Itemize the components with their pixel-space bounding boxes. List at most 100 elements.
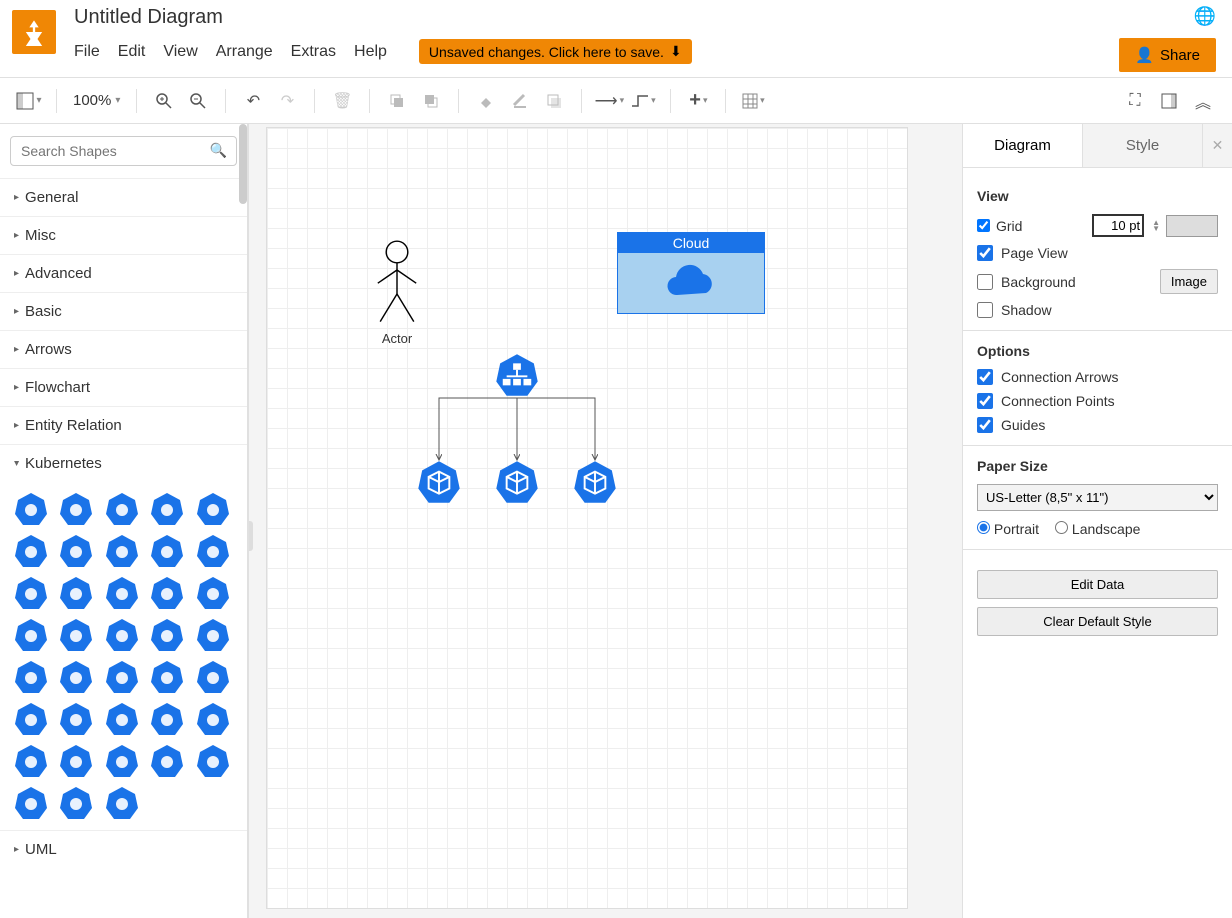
kubernetes-shape-stencil[interactable]	[196, 576, 230, 610]
kubernetes-shape-stencil[interactable]	[59, 660, 93, 694]
category-kubernetes[interactable]: ▸Kubernetes	[0, 444, 247, 482]
diagram-page[interactable]: Actor Cloud	[267, 128, 907, 908]
close-panel-button[interactable]: ✕	[1202, 124, 1232, 167]
grid-checkbox[interactable]	[977, 219, 990, 232]
insert-button[interactable]: +▾	[683, 86, 713, 116]
kubernetes-shape-stencil[interactable]	[105, 744, 139, 778]
undo-button[interactable]: ↶	[238, 86, 268, 116]
cloud-container-shape[interactable]: Cloud	[617, 232, 765, 314]
app-logo[interactable]	[12, 10, 56, 54]
landscape-radio-label[interactable]: Landscape	[1055, 521, 1140, 537]
portrait-radio-label[interactable]: Portrait	[977, 521, 1039, 537]
kubernetes-shape-stencil[interactable]	[105, 702, 139, 736]
category-arrows[interactable]: ▸Arrows	[0, 330, 247, 368]
kubernetes-shape-stencil[interactable]	[196, 744, 230, 778]
sidebar-toggle-button[interactable]: ▾	[14, 86, 44, 116]
kubernetes-shape-stencil[interactable]	[14, 744, 48, 778]
k8s-cube-shape[interactable]	[573, 460, 617, 507]
kubernetes-shape-stencil[interactable]	[59, 492, 93, 526]
kubernetes-shape-stencil[interactable]	[150, 492, 184, 526]
kubernetes-shape-stencil[interactable]	[59, 576, 93, 610]
k8s-cube-shape[interactable]	[495, 460, 539, 507]
k8s-cube-shape[interactable]	[417, 460, 461, 507]
kubernetes-shape-stencil[interactable]	[150, 576, 184, 610]
kubernetes-shape-stencil[interactable]	[105, 660, 139, 694]
zoom-in-button[interactable]	[149, 86, 179, 116]
background-image-button[interactable]: Image	[1160, 269, 1218, 294]
menu-edit[interactable]: Edit	[118, 43, 146, 61]
landscape-radio[interactable]	[1055, 521, 1068, 534]
sidebar-resize-handle[interactable]	[248, 521, 253, 551]
connection-points-checkbox[interactable]	[977, 393, 993, 409]
shadow-checkbox[interactable]	[977, 302, 993, 318]
kubernetes-shape-stencil[interactable]	[14, 702, 48, 736]
kubernetes-shape-stencil[interactable]	[59, 702, 93, 736]
guides-checkbox[interactable]	[977, 417, 993, 433]
edit-data-button[interactable]: Edit Data	[977, 570, 1218, 599]
category-flowchart[interactable]: ▸Flowchart	[0, 368, 247, 406]
table-button[interactable]: ▾	[738, 86, 768, 116]
search-shapes-input[interactable]	[10, 136, 237, 166]
actor-shape[interactable]: Actor	[373, 238, 421, 346]
category-misc[interactable]: ▸Misc	[0, 216, 247, 254]
menu-file[interactable]: File	[74, 43, 100, 61]
kubernetes-shape-stencil[interactable]	[196, 702, 230, 736]
fullscreen-button[interactable]: ⛶	[1120, 86, 1150, 116]
shadow-button[interactable]	[539, 86, 569, 116]
grid-size-stepper[interactable]: ▲▼	[1152, 220, 1160, 232]
category-uml[interactable]: ▸UML	[0, 830, 247, 868]
waypoint-style-button[interactable]: ▾	[628, 86, 658, 116]
menu-help[interactable]: Help	[354, 43, 387, 61]
kubernetes-shape-stencil[interactable]	[59, 618, 93, 652]
kubernetes-shape-stencil[interactable]	[59, 744, 93, 778]
category-basic[interactable]: ▸Basic	[0, 292, 247, 330]
kubernetes-shape-stencil[interactable]	[14, 660, 48, 694]
kubernetes-shape-stencil[interactable]	[105, 534, 139, 568]
kubernetes-shape-stencil[interactable]	[59, 786, 93, 820]
kubernetes-shape-stencil[interactable]	[14, 492, 48, 526]
document-title[interactable]: Untitled Diagram	[74, 6, 1220, 29]
format-panel-toggle[interactable]	[1154, 86, 1184, 116]
kubernetes-shape-stencil[interactable]	[105, 492, 139, 526]
share-button[interactable]: 👤 Share	[1119, 38, 1216, 72]
category-entity-relation[interactable]: ▸Entity Relation	[0, 406, 247, 444]
kubernetes-shape-stencil[interactable]	[14, 786, 48, 820]
kubernetes-shape-stencil[interactable]	[105, 576, 139, 610]
language-icon[interactable]: 🌐	[1194, 6, 1216, 27]
kubernetes-shape-stencil[interactable]	[196, 492, 230, 526]
kubernetes-shape-stencil[interactable]	[14, 534, 48, 568]
save-warning-button[interactable]: Unsaved changes. Click here to save. ⬇	[419, 39, 692, 64]
fill-color-button[interactable]	[471, 86, 501, 116]
background-checkbox[interactable]	[977, 274, 993, 290]
collapse-button[interactable]: ︽	[1188, 86, 1218, 116]
tab-diagram[interactable]: Diagram	[963, 124, 1082, 167]
category-advanced[interactable]: ▸Advanced	[0, 254, 247, 292]
kubernetes-shape-stencil[interactable]	[196, 618, 230, 652]
delete-button[interactable]: 🗑	[327, 86, 357, 116]
connection-arrows-checkbox[interactable]	[977, 369, 993, 385]
kubernetes-shape-stencil[interactable]	[150, 618, 184, 652]
kubernetes-shape-stencil[interactable]	[196, 660, 230, 694]
kubernetes-shape-stencil[interactable]	[59, 534, 93, 568]
menu-extras[interactable]: Extras	[291, 43, 336, 61]
kubernetes-shape-stencil[interactable]	[105, 786, 139, 820]
pageview-checkbox[interactable]	[977, 245, 993, 261]
grid-size-input[interactable]	[1092, 214, 1144, 237]
kubernetes-shape-stencil[interactable]	[150, 702, 184, 736]
menu-arrange[interactable]: Arrange	[216, 43, 273, 61]
to-back-button[interactable]	[416, 86, 446, 116]
kubernetes-shape-stencil[interactable]	[150, 660, 184, 694]
kubernetes-shape-stencil[interactable]	[14, 576, 48, 610]
portrait-radio[interactable]	[977, 521, 990, 534]
kubernetes-shape-stencil[interactable]	[105, 618, 139, 652]
redo-button[interactable]: ↷	[272, 86, 302, 116]
clear-default-style-button[interactable]: Clear Default Style	[977, 607, 1218, 636]
zoom-dropdown[interactable]: 100% ▾	[69, 92, 124, 109]
kubernetes-shape-stencil[interactable]	[150, 534, 184, 568]
tab-style[interactable]: Style	[1082, 124, 1202, 167]
canvas[interactable]: Actor Cloud	[248, 124, 962, 918]
zoom-out-button[interactable]	[183, 86, 213, 116]
kubernetes-shape-stencil[interactable]	[150, 744, 184, 778]
grid-color-swatch[interactable]	[1166, 215, 1218, 237]
line-color-button[interactable]	[505, 86, 535, 116]
